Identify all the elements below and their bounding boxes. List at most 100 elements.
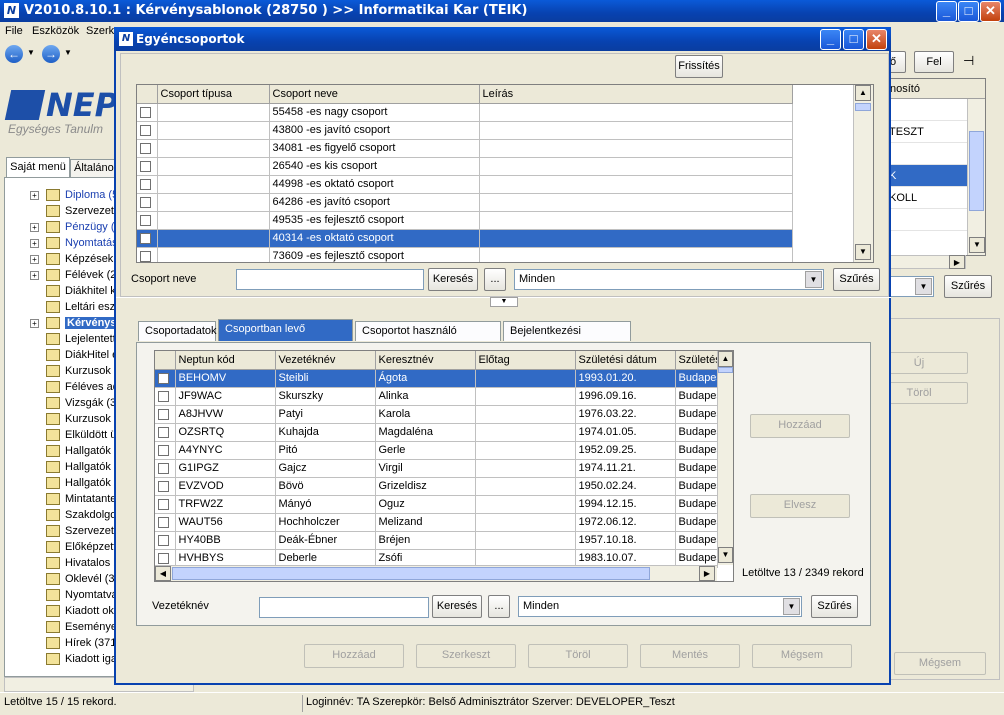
tree-item[interactable]: Kiadott okle xyxy=(5,603,119,619)
person-filter-chevron-down-icon[interactable]: ▼ xyxy=(783,598,800,615)
right-filter-combo[interactable]: ▼ xyxy=(884,276,934,297)
tree-item[interactable]: + Képzések ( xyxy=(5,251,119,267)
main-close-button[interactable]: ✕ xyxy=(980,1,1001,22)
group-dots-button[interactable]: ... xyxy=(484,268,506,291)
row-checkbox[interactable] xyxy=(158,408,169,420)
people-scroll-thumb[interactable] xyxy=(718,367,733,373)
refresh-button[interactable]: Frissítés xyxy=(675,55,723,78)
row-checkbox[interactable] xyxy=(140,214,151,226)
row-checkbox[interactable] xyxy=(158,462,169,474)
group-filter-button[interactable]: Szűrés xyxy=(833,268,880,291)
tree-expand-icon[interactable]: + xyxy=(30,239,39,248)
tree-item[interactable]: Oklevél (35 xyxy=(5,571,119,587)
row-checkbox[interactable] xyxy=(158,552,169,564)
menu-edit[interactable]: Szerk xyxy=(86,22,114,41)
splitter-collapse-icon[interactable]: ▼ xyxy=(490,297,518,307)
people-row[interactable]: BEHOMVSteibliÁgota 1993.01.20.Budapest xyxy=(155,369,718,388)
dialog-cancel-button[interactable]: Mégsem xyxy=(752,644,852,668)
menu-file[interactable]: File xyxy=(5,22,23,41)
remove-member-button[interactable]: Elvesz xyxy=(750,494,850,518)
row-checkbox[interactable] xyxy=(140,106,151,118)
right-filter-chevron-down-icon[interactable]: ▼ xyxy=(915,278,932,295)
side-tab-own-menu[interactable]: Saját menü xyxy=(6,157,70,177)
right-list-row[interactable] xyxy=(885,143,967,165)
groups-row[interactable]: 55458 -es nagy csoport xyxy=(137,103,855,122)
right-filter-button[interactable]: Szűrés xyxy=(944,275,992,298)
tree-item[interactable]: + Félévek (26 xyxy=(5,267,119,283)
people-header-birthplace[interactable]: Születés xyxy=(675,351,718,370)
row-checkbox[interactable] xyxy=(158,426,169,438)
menu-tools[interactable]: Eszközök xyxy=(32,22,79,41)
tree-expand-icon[interactable]: + xyxy=(30,319,39,328)
right-list-scroll-thumb[interactable] xyxy=(969,131,984,211)
tree-item[interactable]: Kurzusok (2 xyxy=(5,363,119,379)
group-filter-chevron-down-icon[interactable]: ▼ xyxy=(805,271,822,288)
right-list-row[interactable]: TESZT xyxy=(885,121,967,143)
tree-item[interactable]: Féléves ad xyxy=(5,379,119,395)
tree-item[interactable]: Szervezeti xyxy=(5,203,119,219)
groups-header-desc[interactable]: Leírás xyxy=(479,85,793,104)
groups-header-type[interactable]: Csoport típusa xyxy=(157,85,270,104)
people-scroll-right-icon[interactable]: ▶ xyxy=(699,566,715,581)
tree-item[interactable]: + Pénzügy (1 xyxy=(5,219,119,235)
tree-item[interactable]: Hírek (3715 xyxy=(5,635,119,651)
tree-item[interactable]: Hallgatók s xyxy=(5,459,119,475)
people-scroll-up-icon[interactable]: ▲ xyxy=(718,351,733,367)
tree-item[interactable]: Szervezeti xyxy=(5,523,119,539)
forward-button[interactable]: → xyxy=(42,45,60,63)
groups-row[interactable]: 43800 -es javító csoport xyxy=(137,121,855,140)
people-vscroll[interactable]: ▲ ▼ xyxy=(717,351,733,565)
people-row[interactable]: A8JHVWPatyiKarola 1976.03.22.Budapest xyxy=(155,405,718,424)
groups-vscroll[interactable]: ▲ ▼ xyxy=(853,85,873,262)
right-cancel-button[interactable]: Mégsem xyxy=(894,652,986,675)
row-checkbox[interactable] xyxy=(158,444,169,456)
lastname-input[interactable] xyxy=(259,597,429,618)
people-scroll-left-icon[interactable]: ◀ xyxy=(155,566,171,581)
dialog-delete-button[interactable]: Töröl xyxy=(528,644,628,668)
right-list-scroll-down-icon[interactable]: ▼ xyxy=(969,237,985,253)
row-checkbox[interactable] xyxy=(140,178,151,190)
people-scroll-down-icon[interactable]: ▼ xyxy=(718,547,733,563)
main-maximize-button[interactable]: □ xyxy=(958,1,979,22)
row-checkbox[interactable] xyxy=(158,480,169,492)
groups-row[interactable]: 44998 -es oktató csoport xyxy=(137,175,855,194)
groups-row[interactable]: 34081 -es figyelő csoport xyxy=(137,139,855,158)
people-row[interactable]: TRFW2ZMányóOguz 1994.12.15.Budapest xyxy=(155,495,718,514)
tree-item[interactable]: DiákHitel e xyxy=(5,347,119,363)
pin-icon[interactable]: ⊣ xyxy=(963,53,974,69)
dialog-add-button[interactable]: Hozzáad xyxy=(304,644,404,668)
people-header-code[interactable]: Neptun kód xyxy=(175,351,276,370)
main-minimize-button[interactable]: _ xyxy=(936,1,957,22)
dialog-minimize-button[interactable]: _ xyxy=(820,29,841,50)
row-checkbox[interactable] xyxy=(158,498,169,510)
up-button[interactable]: Fel xyxy=(914,51,954,73)
groups-header-name[interactable]: Csoport neve xyxy=(269,85,480,104)
right-list-row[interactable] xyxy=(885,209,967,231)
groups-row[interactable]: 40314 -es oktató csoport xyxy=(137,229,855,248)
group-filter-combo[interactable]: Minden ▼ xyxy=(514,269,824,290)
tree-expand-icon[interactable]: + xyxy=(30,191,39,200)
row-checkbox[interactable] xyxy=(140,160,151,172)
right-list-row[interactable]: KOLL xyxy=(885,187,967,209)
dialog-edit-button[interactable]: Szerkeszt xyxy=(416,644,516,668)
row-checkbox[interactable] xyxy=(158,534,169,546)
tree-item[interactable]: + Diploma (54 xyxy=(5,187,119,203)
tree-item[interactable]: Hivatalos b xyxy=(5,555,119,571)
tree-expand-icon[interactable]: + xyxy=(30,223,39,232)
tree-item[interactable]: Szakdolgoz xyxy=(5,507,119,523)
tree-item[interactable]: Leltári eszk xyxy=(5,299,119,315)
tree-item[interactable]: Hallgatók s xyxy=(5,475,119,491)
row-checkbox[interactable] xyxy=(158,372,169,384)
dialog-maximize-button[interactable]: □ xyxy=(843,29,864,50)
groups-scroll-up-icon[interactable]: ▲ xyxy=(855,85,871,101)
tree-item[interactable]: Nyomtatvár xyxy=(5,587,119,603)
groups-scroll-down-icon[interactable]: ▼ xyxy=(855,244,871,260)
people-row[interactable]: WAUT56 Hochholczer Melizand 1972.06.12. Buda… xyxy=(155,513,718,532)
right-list-row[interactable]: K xyxy=(885,165,967,187)
groups-scroll-thumb[interactable] xyxy=(855,103,871,111)
tree-item[interactable]: + Kérvénys xyxy=(5,315,119,331)
row-checkbox[interactable] xyxy=(158,516,169,528)
people-row[interactable]: OZSRTQKuhajdaMagdaléna 1974.01.05.Budapes… xyxy=(155,423,718,442)
right-hscroll-right-icon[interactable]: ▶ xyxy=(949,255,965,269)
tree-item[interactable]: Diákhitel ke xyxy=(5,283,119,299)
